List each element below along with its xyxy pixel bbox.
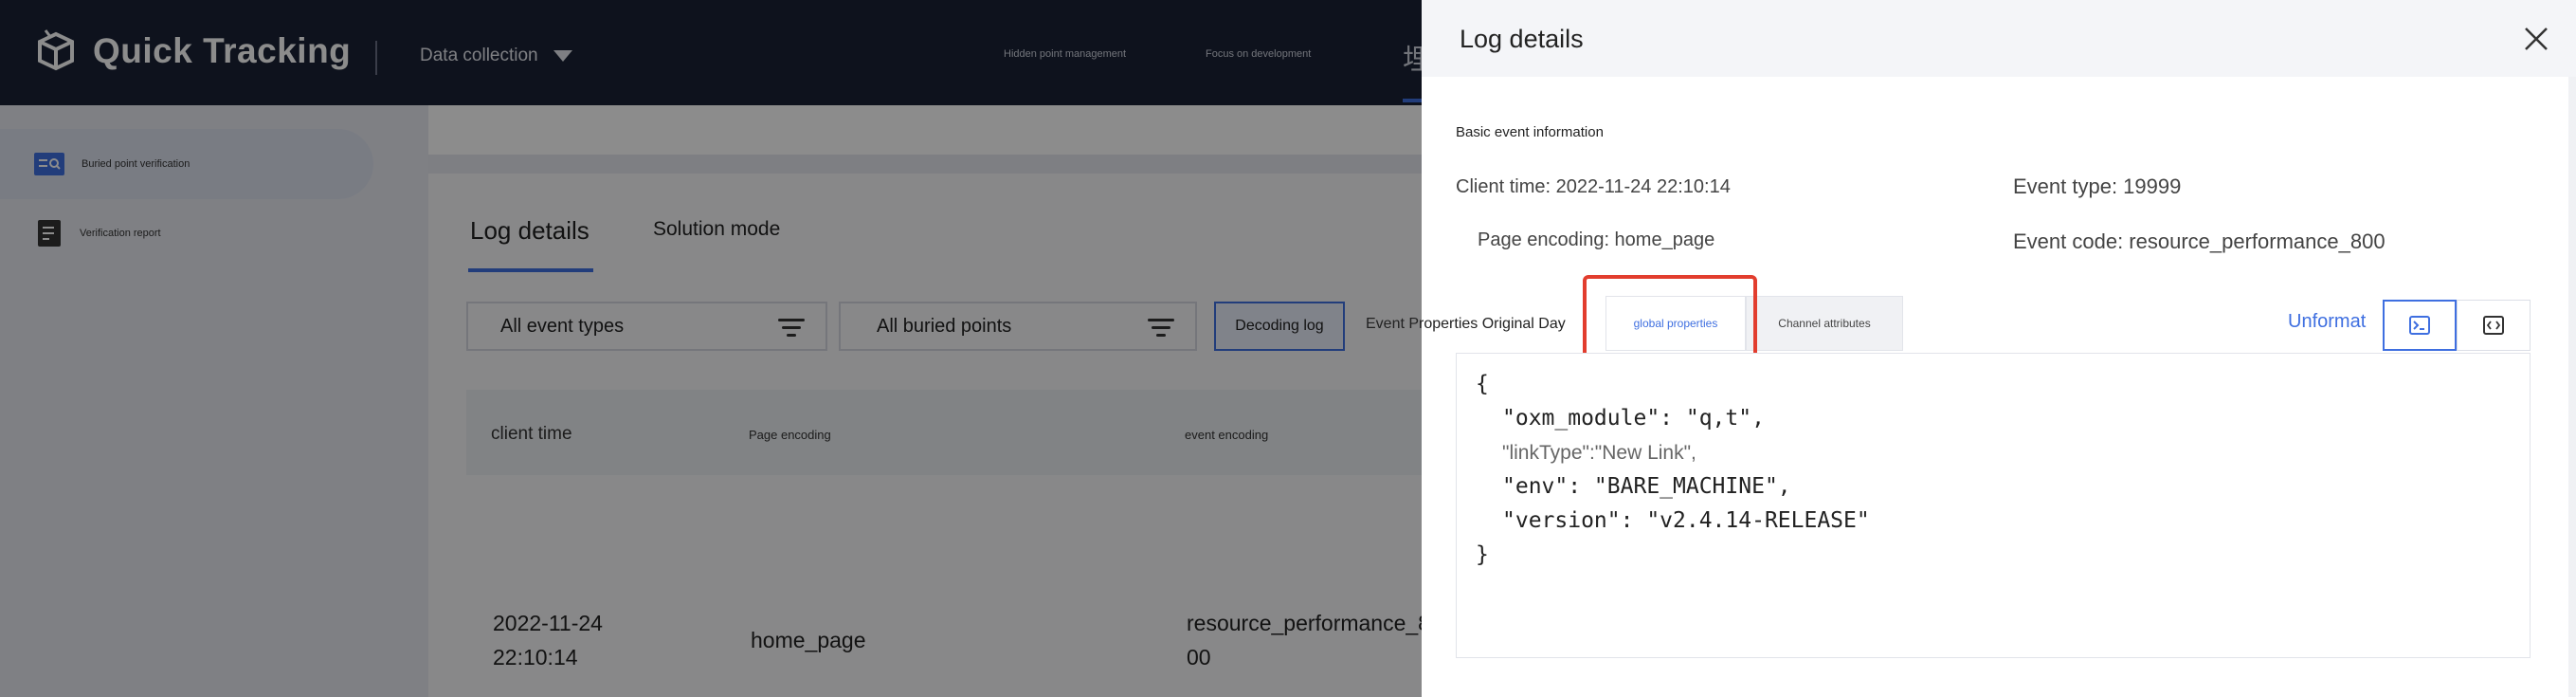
code-line-oxm-module: "oxm_module": "q,t", <box>1502 406 1765 431</box>
section-title-basic-event-info: Basic event information <box>1456 124 1604 140</box>
drawer-header <box>1422 0 2576 77</box>
drawer-title: Log details <box>1460 25 1584 53</box>
page-encoding-value: Page encoding: home_page <box>1478 229 1715 250</box>
code-line-version: "version": "v2.4.14-RELEASE" <box>1502 508 1870 533</box>
client-time-value: Client time: 2022-11-24 22:10:14 <box>1456 176 1731 197</box>
terminal-icon <box>2409 316 2430 335</box>
code-line-link-type: "linkType":"New Link", <box>1502 442 1696 464</box>
code-line-env: "env": "BARE_MACHINE", <box>1502 474 1791 499</box>
code-view-button[interactable] <box>2457 300 2531 351</box>
event-code-value: Event code: resource_performance_800 <box>2013 229 2386 253</box>
event-type-value: Event type: 19999 <box>2013 174 2182 198</box>
code-close-brace: } <box>1476 542 1489 567</box>
tab-channel-attributes[interactable]: Channel attributes <box>1746 296 1903 351</box>
unformat-link[interactable]: Unformat <box>2288 311 2366 333</box>
modal-overlay[interactable] <box>0 0 1422 697</box>
drawer-scrollbar[interactable] <box>2568 77 2576 697</box>
code-open-brace: { <box>1476 372 1489 396</box>
json-code-box[interactable] <box>1456 353 2531 658</box>
tab-channel-attributes-label: Channel attributes <box>1778 317 1871 330</box>
terminal-view-button[interactable] <box>2383 300 2457 351</box>
close-icon[interactable] <box>2524 27 2549 51</box>
code-icon <box>2483 316 2504 335</box>
tab-event-properties-original[interactable]: Event Properties Original Day <box>1366 316 1566 333</box>
